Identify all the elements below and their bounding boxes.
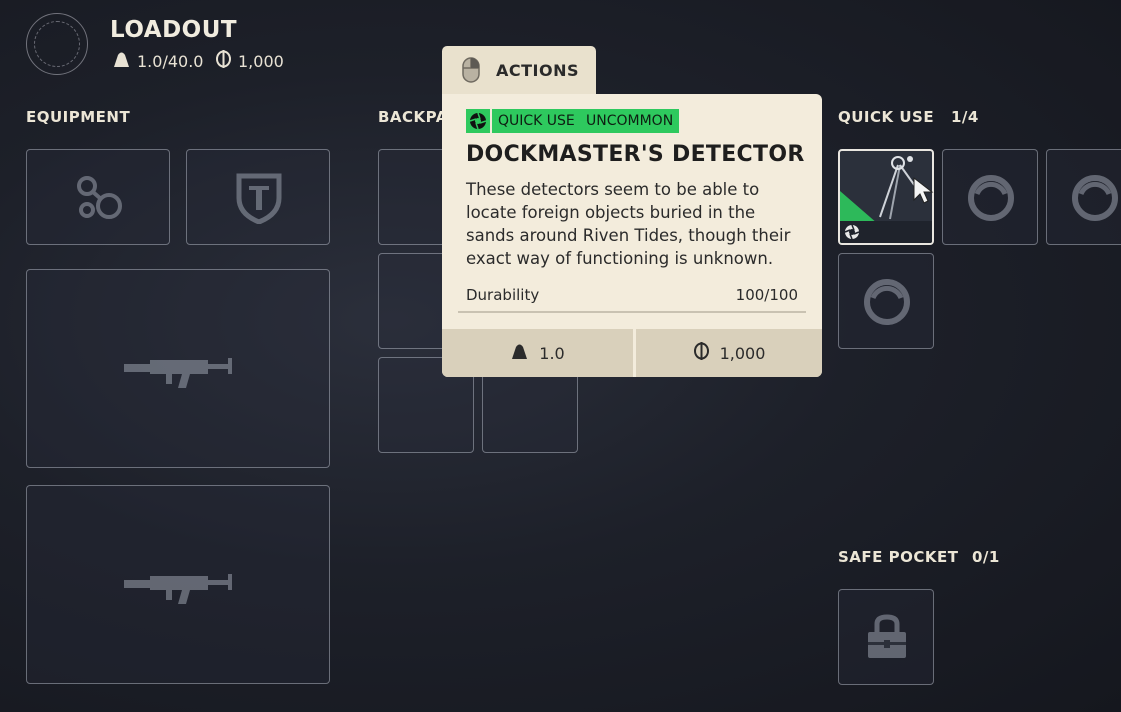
item-weight-value: 1.0 — [539, 343, 565, 363]
safe-pocket-title: SAFE POCKET — [838, 548, 959, 566]
safe-pocket-count: 0/1 — [972, 548, 1000, 566]
equipment-slot-augment[interactable] — [26, 149, 170, 245]
durability-label: Durability — [466, 286, 540, 304]
loadout-weight: 1.0/40.0 — [112, 50, 203, 72]
coin-icon — [693, 342, 710, 364]
quick-use-slot-empty[interactable] — [1046, 149, 1121, 245]
loadout-title: LOADOUT — [110, 17, 238, 43]
actions-label: ACTIONS — [496, 61, 580, 80]
weight-icon — [510, 342, 529, 364]
equipment-title: EQUIPMENT — [26, 108, 131, 126]
loadout-weight-value: 1.0/40.0 — [137, 51, 204, 71]
item-name: DOCKMASTER'S DETECTOR — [466, 142, 805, 167]
equipment-slot-weapon-1[interactable] — [26, 269, 330, 468]
item-description: These detectors seem to be able to locat… — [466, 180, 791, 268]
quick-use-slot-empty[interactable] — [838, 253, 934, 349]
item-value-amount: 1,000 — [719, 343, 766, 363]
coin-icon — [215, 50, 232, 72]
loadout-currency-value: 1,000 — [238, 51, 284, 71]
attachment-icon — [73, 174, 125, 222]
item-value: 1,000 — [636, 329, 822, 377]
durability-value: 100/100 — [735, 286, 798, 304]
quick-use-title: QUICK USE — [838, 108, 935, 126]
quick-use-slot-empty[interactable] — [942, 149, 1038, 245]
rifle-icon — [124, 356, 234, 390]
safe-pocket-slot[interactable] — [838, 589, 934, 685]
mouse-icon — [462, 57, 480, 87]
cursor-icon — [912, 176, 934, 210]
equipment-slot-shield[interactable] — [186, 149, 330, 245]
ring-icon — [1071, 174, 1119, 222]
weight-icon — [112, 50, 131, 72]
loadout-currency: 1,000 — [215, 50, 284, 72]
ring-icon — [863, 278, 911, 326]
backpack-title: BACKPA — [378, 108, 448, 126]
aperture-icon — [466, 109, 490, 133]
quick-use-count: 1/4 — [951, 108, 979, 126]
tag-quick-use: QUICK USE — [492, 109, 581, 133]
aperture-icon — [844, 224, 860, 243]
item-tooltip: QUICK USE UNCOMMON DOCKMASTER'S DETECTOR… — [442, 94, 822, 377]
player-avatar[interactable] — [26, 13, 88, 75]
equipment-slot-weapon-2[interactable] — [26, 485, 330, 684]
ring-icon — [967, 174, 1015, 222]
rifle-icon — [124, 572, 234, 606]
shield-icon — [235, 172, 283, 224]
tag-rarity: UNCOMMON — [580, 109, 680, 133]
lock-icon — [866, 614, 908, 660]
item-weight: 1.0 — [442, 329, 633, 377]
divider — [458, 311, 806, 313]
actions-tab[interactable]: ACTIONS — [442, 46, 596, 96]
